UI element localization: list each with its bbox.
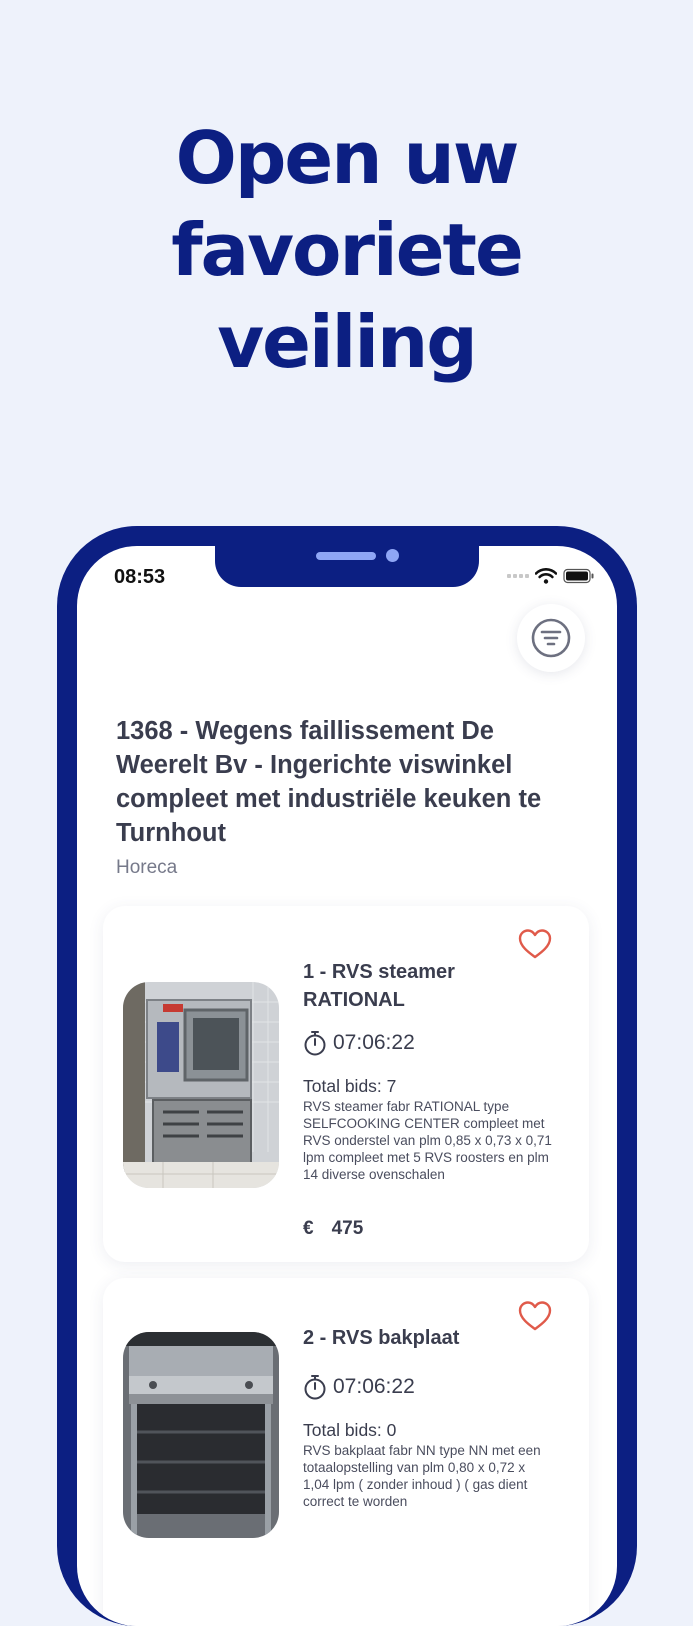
phone-notch xyxy=(215,546,479,587)
cellular-signal-icon xyxy=(507,574,529,578)
front-camera xyxy=(386,549,399,562)
lot-timer: 07:06:22 xyxy=(303,1030,415,1056)
filter-icon xyxy=(531,618,571,658)
lot-timer-value: 07:06:22 xyxy=(333,1031,415,1054)
filter-button[interactable] xyxy=(517,604,585,672)
lot-photo-griddle xyxy=(123,1332,279,1538)
status-time: 08:53 xyxy=(114,566,166,588)
speaker-grille xyxy=(316,552,376,560)
battery-icon xyxy=(563,568,594,584)
stopwatch-icon xyxy=(304,1031,326,1056)
lot-price: € 475 xyxy=(303,1218,363,1240)
currency-symbol: € xyxy=(303,1218,314,1239)
status-icons xyxy=(507,568,595,584)
auction-category: Horeca xyxy=(116,857,178,878)
lot-timer-value: 07:06:22 xyxy=(333,1375,415,1398)
lot-bid-count: Total bids: 0 xyxy=(303,1420,397,1440)
lot-photo-steamer xyxy=(123,982,279,1188)
headline-line-1: Open uw favoriete xyxy=(171,116,524,292)
headline-line-2: veiling xyxy=(217,300,478,384)
wifi-icon xyxy=(535,568,557,584)
promo-headline: Open uw favoriete veiling xyxy=(0,112,693,388)
phone-screen: 08:53 1368 - Wegens faillissement De Wee… xyxy=(77,546,617,1626)
favorite-heart-icon[interactable] xyxy=(517,928,553,960)
lot-title[interactable]: 1 - RVS steamer RATIONAL xyxy=(303,958,543,1014)
auction-title: 1368 - Wegens faillissement De Weerelt B… xyxy=(116,717,542,847)
price-value: 475 xyxy=(331,1218,364,1239)
stopwatch-icon xyxy=(304,1375,326,1400)
lot-description: RVS steamer fabr RATIONAL type SELFCOOKI… xyxy=(303,1099,552,1182)
lot-card[interactable]: 1 - RVS steamer RATIONAL 07:06:22 Total … xyxy=(103,906,589,1262)
lot-title[interactable]: 2 - RVS bakplaat xyxy=(303,1324,543,1352)
lot-timer: 07:06:22 xyxy=(303,1374,415,1400)
lot-bid-count: Total bids: 7 xyxy=(303,1076,397,1096)
lot-card[interactable]: 2 - RVS bakplaat 07:06:22 Total bids: 0 … xyxy=(103,1278,589,1626)
